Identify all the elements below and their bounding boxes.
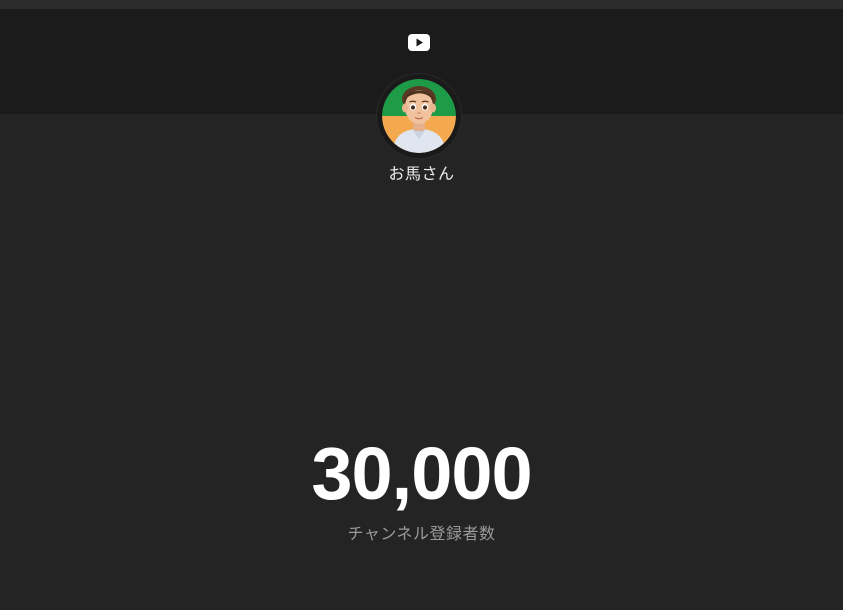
top-strip [0,0,843,9]
avatar[interactable] [382,79,456,153]
channel-avatar-ring [377,74,461,158]
subscriber-count: 30,000 [311,432,532,515]
youtube-play-icon[interactable] [408,34,430,51]
subscriber-counter-page: お馬さん 30,000 チャンネル登録者数 [0,0,843,610]
subscriber-label: チャンネル登録者数 [347,524,496,543]
channel-name[interactable]: お馬さん [0,160,843,184]
